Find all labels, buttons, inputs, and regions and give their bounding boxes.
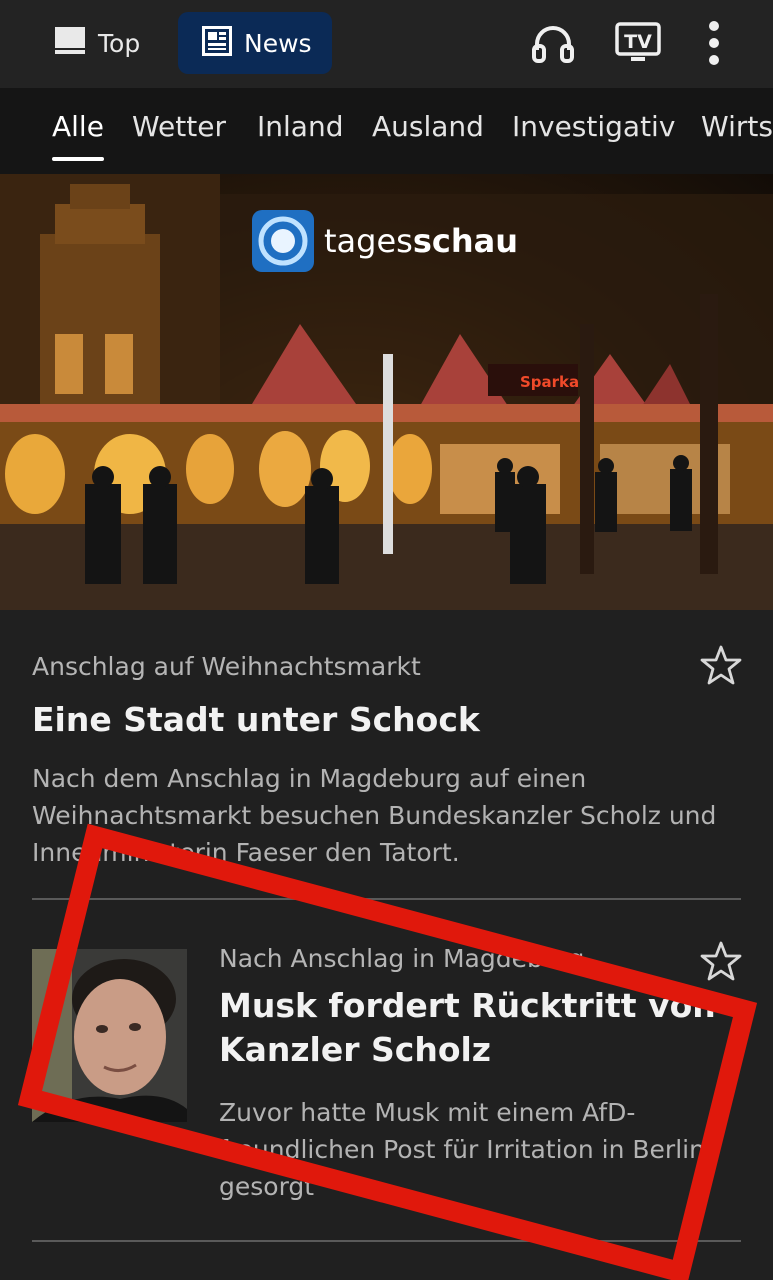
teaser-line: Nach dem Anschlag in Magdeburg auf einen [32, 764, 587, 793]
tab-news[interactable]: News [178, 12, 332, 74]
tab-news-label: News [244, 28, 312, 58]
article-teaser: Nach dem Anschlag in Magdeburg auf einen… [32, 760, 716, 871]
teaser-line: gesorgt [219, 1172, 315, 1201]
headline-line: Kanzler Scholz [219, 1030, 492, 1069]
category-bar: Alle Wetter Inland Ausland Investigativ … [0, 88, 773, 174]
star-icon[interactable] [700, 645, 742, 689]
category-wirtschaft[interactable]: Wirts [701, 110, 773, 143]
category-alle[interactable]: Alle [52, 110, 104, 143]
laptop-icon [54, 26, 86, 60]
category-wetter[interactable]: Wetter [132, 110, 226, 143]
tv-icon-text: TV [624, 31, 652, 53]
teaser-line: freundlichen Post für Irritation in Berl… [219, 1135, 705, 1164]
teaser-line: Weihnachtsmarkt besuchen Bundeskanzler S… [32, 801, 717, 830]
category-investigativ[interactable]: Investigativ [512, 110, 675, 143]
brand-suffix: schau [413, 222, 518, 260]
category-ausland[interactable]: Ausland [372, 110, 484, 143]
article-kicker: Anschlag auf Weihnachtsmarkt [32, 652, 421, 681]
hero-image[interactable]: Sparka tagesschau [0, 174, 773, 610]
tab-top-label: Top [98, 28, 141, 58]
article-kicker: Nach Anschlag in Magdeburg [219, 944, 585, 973]
teaser-line: Innenministerin Faeser den Tatort. [32, 838, 460, 867]
top-bar: Top News TV [0, 0, 773, 88]
article-thumbnail [32, 949, 187, 1122]
brand-prefix: tages [324, 222, 413, 260]
headline-line: Musk fordert Rücktritt von [219, 986, 716, 1025]
more-vertical-icon[interactable] [706, 20, 722, 70]
divider [32, 898, 741, 900]
headphones-icon[interactable] [531, 22, 575, 68]
tab-top[interactable]: Top [40, 12, 154, 74]
article-headline: Musk fordert Rücktritt von Kanzler Schol… [219, 984, 716, 1072]
article-headline: Eine Stadt unter Schock [32, 700, 480, 739]
sparkasse-sign: Sparka [520, 373, 579, 391]
category-inland[interactable]: Inland [257, 110, 343, 143]
svg-text:tagesschau: tagesschau [324, 222, 518, 260]
divider [32, 1240, 741, 1242]
category-selected-indicator [52, 157, 104, 161]
teaser-line: Zuvor hatte Musk mit einem AfD- [219, 1098, 636, 1127]
news-icon [202, 26, 232, 60]
article-teaser: Zuvor hatte Musk mit einem AfD- freundli… [219, 1094, 705, 1205]
star-icon[interactable] [700, 941, 742, 985]
tv-icon[interactable]: TV [615, 22, 661, 68]
